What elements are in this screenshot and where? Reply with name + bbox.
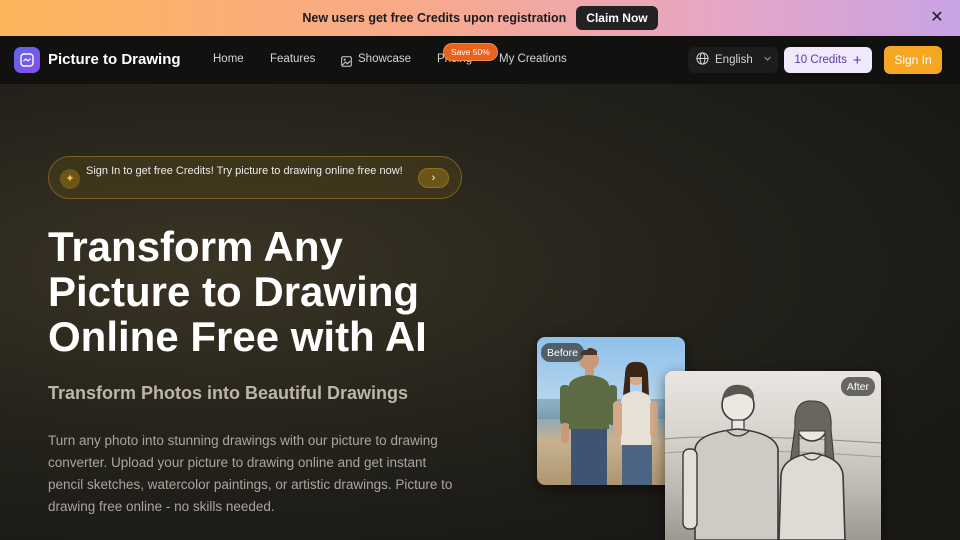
chevron-right-icon[interactable]: › xyxy=(418,168,449,188)
plus-icon: + xyxy=(852,51,862,69)
promo-text: New users get free Credits upon registra… xyxy=(302,11,567,25)
sparkle-icon: ✦ xyxy=(60,169,80,189)
claim-now-button[interactable]: Claim Now xyxy=(576,6,658,30)
promo-banner: New users get free Credits upon registra… xyxy=(0,0,960,36)
globe-icon xyxy=(696,52,709,68)
after-drawing-illustration xyxy=(665,384,881,540)
nav-link-home[interactable]: Home xyxy=(213,53,244,65)
credits-label: 10 Credits xyxy=(794,54,847,66)
image-icon xyxy=(341,54,352,72)
after-label: After xyxy=(840,377,875,396)
close-icon[interactable]: ✕ xyxy=(928,9,946,27)
language-selector[interactable]: English xyxy=(688,47,778,73)
hero-description: Turn any photo into stunning drawings wi… xyxy=(48,433,453,514)
save-badge: Save 50% xyxy=(443,43,498,61)
before-image: Before xyxy=(537,337,685,485)
nav-link-showcase[interactable]: Showcase xyxy=(358,53,411,65)
credits-button[interactable]: 10 Credits + xyxy=(784,47,872,73)
hero-headline: Transform Any Picture to Drawing Online … xyxy=(48,223,427,360)
signin-promo-pill[interactable]: ✦ Sign In to get free Credits! Try pictu… xyxy=(48,156,462,199)
nav-link-my-creations[interactable]: My Creations xyxy=(499,53,567,65)
logo-icon[interactable] xyxy=(14,47,40,73)
language-label: English xyxy=(715,54,753,66)
after-image: After xyxy=(665,371,881,540)
pill-text: Sign In to get free Credits! Try picture… xyxy=(86,165,403,177)
hero-subhead: Transform Photos into Beautiful Drawings xyxy=(48,383,409,403)
before-label: Before xyxy=(541,343,584,362)
sign-in-button[interactable]: Sign In xyxy=(884,46,942,74)
brand-name[interactable]: Picture to Drawing xyxy=(48,51,181,68)
nav-link-features[interactable]: Features xyxy=(270,53,315,65)
chevron-down-icon xyxy=(763,54,772,66)
